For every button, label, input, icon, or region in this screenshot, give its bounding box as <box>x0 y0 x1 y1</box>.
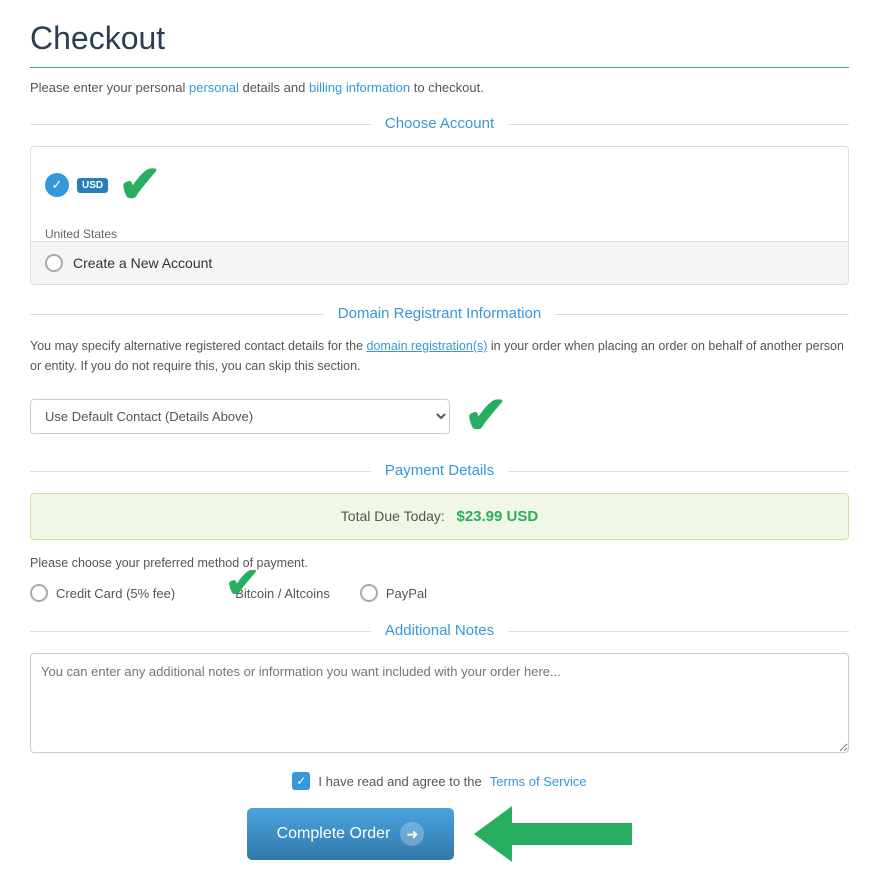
additional-notes-label: Additional Notes <box>371 622 508 639</box>
terms-checkbox[interactable]: ✓ <box>292 772 310 790</box>
green-checkmark-account: ✔ <box>118 159 162 211</box>
page-subtitle: Please enter your personal personal deta… <box>30 80 849 95</box>
credit-card-label: Credit Card (5% fee) <box>56 586 175 601</box>
domain-info-text: You may specify alternative registered c… <box>30 336 849 376</box>
domain-registrant-label: Domain Registrant Information <box>324 305 555 322</box>
green-checkmark-domain: ✔ <box>464 390 508 442</box>
paypal-label: PayPal <box>386 586 427 601</box>
complete-order-label: Complete Order <box>277 825 391 843</box>
green-arrow <box>474 806 632 862</box>
domain-row: Use Default Contact (Details Above) ✔ <box>30 390 849 442</box>
terms-row: ✓ I have read and agree to the Terms of … <box>30 772 849 790</box>
top-divider <box>30 67 849 68</box>
payment-method-credit-card[interactable]: Credit Card (5% fee) <box>30 584 175 602</box>
create-new-label: Create a New Account <box>73 255 212 271</box>
check-icon-blue: ✓ <box>45 173 69 197</box>
green-checkmark-payment: ✔ <box>225 562 260 604</box>
radio-paypal[interactable] <box>360 584 378 602</box>
complete-order-row: Complete Order ➜ <box>30 806 849 862</box>
additional-notes-textarea[interactable] <box>30 653 849 753</box>
domain-registrations-link[interactable]: domain registration(s) <box>367 339 488 353</box>
choose-account-section-header: Choose Account <box>30 115 849 132</box>
total-due-box: Total Due Today: $23.99 USD <box>30 493 849 540</box>
radio-create-new[interactable] <box>45 254 63 272</box>
create-new-account-option[interactable]: Create a New Account <box>31 241 848 284</box>
account-option-usd[interactable]: ✓ USD ✔ <box>31 147 848 223</box>
payment-details-section-header: Payment Details <box>30 462 849 479</box>
usd-badge: USD <box>77 178 108 193</box>
complete-order-button[interactable]: Complete Order ➜ <box>247 808 455 860</box>
total-due-amount: $23.99 USD <box>456 508 538 525</box>
radio-credit-card[interactable] <box>30 584 48 602</box>
arrow-right-icon: ➜ <box>400 822 424 846</box>
payment-methods: Credit Card (5% fee) ✔ Bitcoin / Altcoin… <box>30 584 849 602</box>
billing-link[interactable]: billing information <box>309 80 410 95</box>
account-country-label: United States <box>31 227 848 241</box>
payment-details-label: Payment Details <box>371 462 508 479</box>
payment-prompt: Please choose your preferred method of p… <box>30 556 849 570</box>
personal-link[interactable]: personal <box>189 80 239 95</box>
terms-text: I have read and agree to the <box>318 774 481 789</box>
account-card: ✓ USD ✔ United States Create a New Accou… <box>30 146 849 285</box>
total-due-label: Total Due Today: <box>341 508 445 524</box>
domain-registrant-section-header: Domain Registrant Information <box>30 305 849 322</box>
domain-contact-select[interactable]: Use Default Contact (Details Above) <box>30 399 450 434</box>
additional-notes-section-header: Additional Notes <box>30 622 849 639</box>
payment-method-paypal[interactable]: PayPal <box>360 584 427 602</box>
arrow-body <box>512 823 632 845</box>
arrow-head <box>474 806 512 862</box>
choose-account-label: Choose Account <box>371 115 508 132</box>
page-title: Checkout <box>30 20 849 57</box>
terms-of-service-link[interactable]: Terms of Service <box>490 774 587 789</box>
